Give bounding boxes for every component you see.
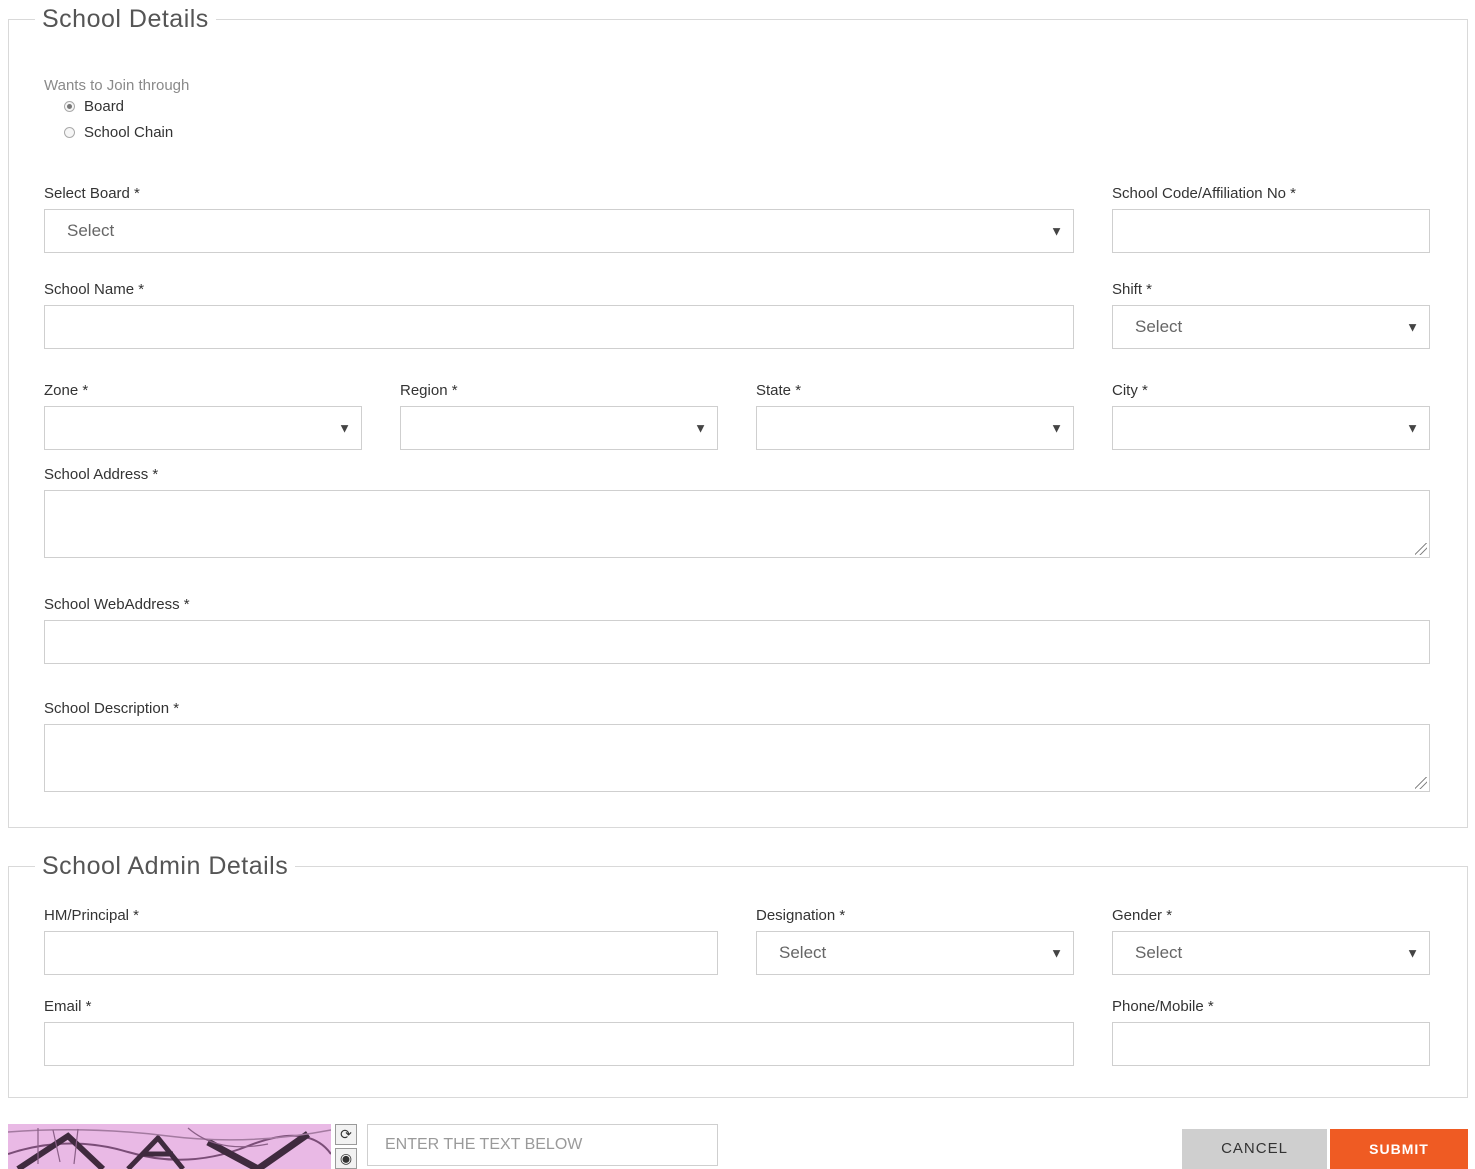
- school-name-label: School Name *: [44, 281, 145, 298]
- hm-principal-input[interactable]: [44, 931, 718, 975]
- state-label: State *: [756, 382, 802, 399]
- school-details-legend: School Details: [35, 4, 216, 34]
- radio-school-chain-label: School Chain: [84, 124, 174, 141]
- school-address-textarea[interactable]: [44, 490, 1430, 558]
- audio-icon[interactable]: ◉: [335, 1148, 357, 1169]
- cancel-button[interactable]: CANCEL: [1182, 1129, 1327, 1169]
- phone-label: Phone/Mobile *: [1112, 998, 1214, 1015]
- zone-label: Zone *: [44, 382, 89, 399]
- resize-handle-icon[interactable]: [1415, 777, 1427, 789]
- captcha-input-placeholder: ENTER THE TEXT BELOW: [385, 1136, 583, 1153]
- gender-label: Gender *: [1112, 907, 1173, 924]
- school-web-address-input[interactable]: [44, 620, 1430, 664]
- submit-button[interactable]: SUBMIT: [1330, 1129, 1468, 1169]
- email-label: Email *: [44, 998, 92, 1015]
- school-code-input[interactable]: [1112, 209, 1430, 253]
- region-label: Region *: [400, 382, 458, 399]
- chevron-down-icon: ▼: [1050, 223, 1063, 239]
- chevron-down-icon: ▼: [1050, 945, 1063, 961]
- gender-dropdown[interactable]: Select ▼: [1112, 931, 1430, 975]
- designation-label: Designation *: [756, 907, 846, 924]
- chevron-down-icon: ▼: [1050, 420, 1063, 436]
- school-name-input[interactable]: [44, 305, 1074, 349]
- chevron-down-icon: ▼: [338, 420, 351, 436]
- refresh-icon[interactable]: ⟳: [335, 1124, 357, 1145]
- designation-placeholder: Select: [779, 943, 827, 962]
- phone-input[interactable]: [1112, 1022, 1430, 1066]
- shift-placeholder: Select: [1135, 317, 1183, 336]
- captcha-input[interactable]: ENTER THE TEXT BELOW: [367, 1124, 718, 1166]
- captcha-distortion-graphic: [8, 1124, 331, 1169]
- school-description-textarea[interactable]: [44, 724, 1430, 792]
- shift-label: Shift *: [1112, 281, 1153, 298]
- designation-dropdown[interactable]: Select ▼: [756, 931, 1074, 975]
- school-description-label: School Description *: [44, 700, 180, 717]
- chevron-down-icon: ▼: [1406, 319, 1419, 335]
- school-address-label: School Address *: [44, 466, 159, 483]
- join-through-label: Wants to Join through: [44, 77, 190, 94]
- city-dropdown[interactable]: ▼: [1112, 406, 1430, 450]
- select-board-dropdown[interactable]: Select ▼: [44, 209, 1074, 253]
- chevron-down-icon: ▼: [1406, 945, 1419, 961]
- select-board-label: Select Board *: [44, 185, 140, 202]
- state-dropdown[interactable]: ▼: [756, 406, 1074, 450]
- gender-placeholder: Select: [1135, 943, 1183, 962]
- email-input[interactable]: [44, 1022, 1074, 1066]
- school-code-label: School Code/Affiliation No *: [1112, 185, 1296, 202]
- school-web-address-label: School WebAddress *: [44, 596, 190, 613]
- city-label: City *: [1112, 382, 1148, 399]
- radio-school-chain-indicator[interactable]: [64, 127, 75, 138]
- radio-board-indicator[interactable]: [64, 101, 75, 112]
- radio-board-label: Board: [84, 98, 125, 115]
- captcha-image: [8, 1124, 331, 1169]
- hm-principal-label: HM/Principal *: [44, 907, 140, 924]
- school-admin-details-legend: School Admin Details: [35, 851, 296, 881]
- resize-handle-icon[interactable]: [1415, 543, 1427, 555]
- region-dropdown[interactable]: ▼: [400, 406, 718, 450]
- chevron-down-icon: ▼: [694, 420, 707, 436]
- select-board-placeholder: Select: [67, 221, 115, 240]
- radio-school-chain[interactable]: School Chain: [64, 124, 173, 141]
- zone-dropdown[interactable]: ▼: [44, 406, 362, 450]
- radio-board[interactable]: Board: [64, 98, 124, 115]
- shift-dropdown[interactable]: Select ▼: [1112, 305, 1430, 349]
- chevron-down-icon: ▼: [1406, 420, 1419, 436]
